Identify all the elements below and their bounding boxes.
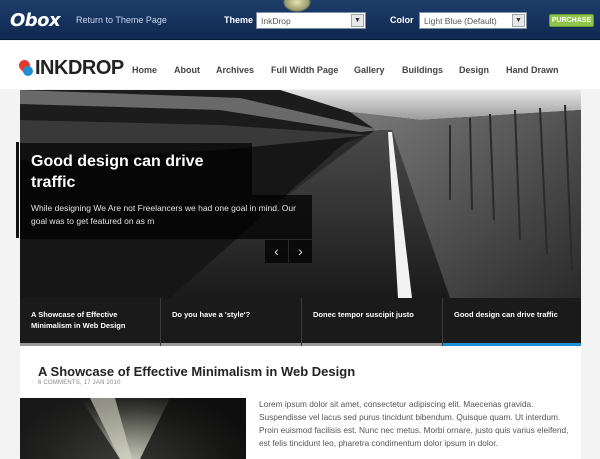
slider-tab-label: Good design can drive traffic (454, 310, 558, 319)
color-select-value: Light Blue (Default) (424, 16, 497, 26)
slider-tab[interactable]: Donec tempor suscipit justo (302, 298, 443, 346)
chevron-down-icon[interactable]: ▼ (351, 14, 364, 27)
return-to-theme-link[interactable]: Return to Theme Page (76, 15, 167, 25)
chevron-left-icon: ‹ (274, 243, 279, 259)
slide-title[interactable]: Good design can drive traffic (20, 143, 252, 193)
nav-home[interactable]: Home (132, 65, 157, 75)
purchase-button[interactable]: PURCHASE (549, 14, 594, 27)
post-title[interactable]: A Showcase of Effective Minimalism in We… (38, 364, 355, 379)
slider-tab[interactable]: Do you have a 'style'? (161, 298, 302, 346)
post-excerpt: Lorem ipsum dolor sit amet, consectetur … (259, 399, 569, 448)
slide-title-box: Good design can drive traffic (20, 143, 252, 195)
site-header: INKDROP Home About Archives Full Width P… (0, 41, 600, 89)
nav-design[interactable]: Design (459, 65, 489, 75)
color-select[interactable]: Light Blue (Default) ▼ (419, 12, 527, 29)
slider-tab-label: Donec tempor suscipit justo (313, 310, 414, 319)
slider-prev-button[interactable]: ‹ (265, 240, 288, 263)
slider-tab-label: A Showcase of Effective Minimalism in We… (31, 310, 126, 330)
post-list: A Showcase of Effective Minimalism in We… (20, 346, 581, 459)
slider-next-button[interactable]: › (289, 240, 312, 263)
slider-tabs: A Showcase of Effective Minimalism in We… (20, 298, 581, 346)
slider-tab-label: Do you have a 'style'? (172, 310, 251, 319)
obox-logo[interactable]: Obox (10, 10, 61, 31)
nav-archives[interactable]: Archives (216, 65, 254, 75)
slider-edge (16, 142, 19, 238)
cursor-glow (283, 0, 311, 12)
nav-about[interactable]: About (174, 65, 200, 75)
color-label: Color (390, 15, 414, 25)
nav-buildings[interactable]: Buildings (402, 65, 443, 75)
theme-switcher-bar: Obox Return to Theme Page Theme InkDrop … (0, 0, 600, 40)
slide-excerpt: While designing We Are not Freelancers w… (20, 195, 312, 239)
site-logo-text: INKDROP (35, 57, 124, 79)
chevron-right-icon: › (298, 243, 303, 259)
chevron-down-icon[interactable]: ▼ (512, 14, 525, 27)
nav-hand-drawn[interactable]: Hand Drawn (506, 65, 559, 75)
theme-select-value: InkDrop (261, 16, 291, 26)
nav-full-width-page[interactable]: Full Width Page (271, 65, 338, 75)
theme-label: Theme (224, 15, 254, 25)
ink-drop-icon (16, 57, 33, 76)
theme-select[interactable]: InkDrop ▼ (256, 12, 366, 29)
slider-tab-active[interactable]: Good design can drive traffic (443, 298, 581, 346)
slider-tab[interactable]: A Showcase of Effective Minimalism in We… (20, 298, 161, 346)
post-thumbnail[interactable] (20, 398, 246, 459)
tunnel-photo (20, 398, 246, 459)
post-meta[interactable]: 6 COMMENTS, 17 JAN 2010 (38, 380, 121, 386)
nav-gallery[interactable]: Gallery (354, 65, 385, 75)
